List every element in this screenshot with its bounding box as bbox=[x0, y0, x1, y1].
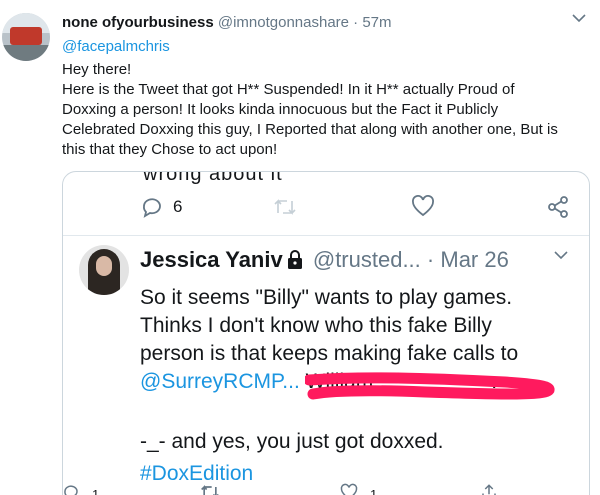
tweet-like-action[interactable]: 1 bbox=[340, 483, 377, 495]
redaction-scribble bbox=[305, 372, 555, 400]
share-action[interactable] bbox=[546, 195, 570, 219]
quoted-line: So it seems "Billy" wants to play games. bbox=[140, 286, 513, 309]
tweet-reply-count: 1 bbox=[92, 487, 100, 495]
quoted-handle[interactable]: @trusted... bbox=[313, 247, 421, 272]
tweet-like-count: 1 bbox=[370, 487, 378, 495]
rcmp-mention[interactable]: @SurreyRCMP... bbox=[140, 370, 300, 393]
tweet-reply-action[interactable]: 1 bbox=[62, 483, 99, 495]
tweet-header: none ofyourbusiness @imnotgonnashare · 5… bbox=[62, 14, 392, 31]
quoted-hashtag[interactable]: #DoxEdition bbox=[140, 462, 253, 486]
quoted-date[interactable]: Mar 26 bbox=[440, 247, 508, 272]
retweet-action[interactable] bbox=[273, 197, 297, 217]
tweet-body-line: Hey there! bbox=[62, 61, 132, 78]
tweet-body-line: this that they Chose to act upon! bbox=[62, 141, 278, 158]
display-name[interactable]: none ofyourbusiness bbox=[62, 14, 214, 31]
separator-dot: · bbox=[426, 247, 435, 272]
quoted-line-doxxed: -_- and yes, you just got doxxed. bbox=[140, 430, 444, 453]
reply-action[interactable]: 6 bbox=[140, 195, 182, 219]
tweet-body-line: Celebrated Doxxing this guy, I Reported … bbox=[62, 121, 558, 138]
cropped-text-line: wrong about it bbox=[143, 171, 283, 185]
user-handle[interactable]: @imnotgonnashare bbox=[218, 14, 349, 31]
avatar[interactable] bbox=[2, 13, 50, 61]
quoted-line: Thinks I don't know who this fake Billy bbox=[140, 314, 492, 337]
share-icon bbox=[546, 195, 570, 219]
avatar-face bbox=[96, 256, 112, 276]
retweet-icon bbox=[273, 197, 297, 217]
tweet-body-line: Here is the Tweet that got H** Suspended… bbox=[62, 81, 515, 98]
heart-icon bbox=[340, 483, 358, 495]
lock-icon bbox=[287, 250, 303, 276]
tweet-share-action[interactable] bbox=[480, 483, 498, 495]
tweet-body-line: Doxxing a person! It looks kinda innocuo… bbox=[62, 101, 499, 118]
reply-icon bbox=[140, 195, 164, 219]
quoted-chevron-down-icon[interactable] bbox=[554, 247, 568, 265]
quoted-screenshot-card[interactable]: wrong about it 6 Jessica Yaniv @trusted.… bbox=[62, 171, 590, 495]
separator-dot: · bbox=[353, 14, 359, 31]
reply-to-mention[interactable]: @facepalmchris bbox=[62, 38, 170, 55]
retweet-icon bbox=[200, 483, 220, 495]
card-divider bbox=[63, 235, 589, 236]
quoted-header: Jessica Yaniv @trusted... · Mar 26 bbox=[140, 247, 509, 276]
reply-icon bbox=[62, 483, 80, 495]
quoted-avatar[interactable] bbox=[79, 245, 129, 295]
avatar-arch bbox=[10, 27, 42, 45]
more-options-chevron-icon[interactable] bbox=[572, 10, 586, 26]
quoted-line: person is that keeps making fake calls t… bbox=[140, 342, 519, 365]
tweet: none ofyourbusiness @imnotgonnashare · 5… bbox=[0, 0, 600, 495]
heart-icon bbox=[411, 195, 435, 217]
like-action[interactable] bbox=[411, 195, 435, 217]
share-upload-icon bbox=[480, 483, 498, 495]
tweet-body: Hey there! Here is the Tweet that got H*… bbox=[62, 60, 587, 160]
quoted-display-name[interactable]: Jessica Yaniv bbox=[140, 247, 283, 272]
tweet-time[interactable]: 57m bbox=[362, 14, 391, 31]
avatar-ground bbox=[2, 45, 50, 61]
reply-count: 6 bbox=[173, 197, 183, 216]
tweet-retweet-action[interactable] bbox=[200, 483, 220, 495]
